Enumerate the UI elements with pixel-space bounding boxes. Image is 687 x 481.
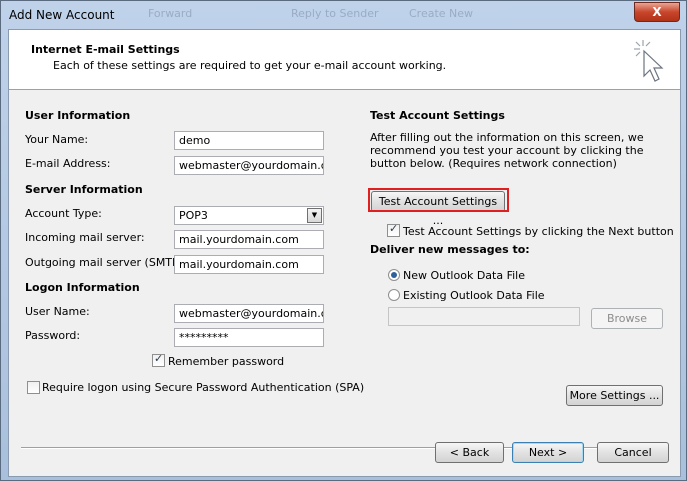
logon-info-heading: Logon Information bbox=[25, 281, 140, 294]
email-address-label: E-mail Address: bbox=[25, 157, 111, 170]
existing-data-file-radio[interactable] bbox=[388, 289, 400, 301]
dialog-client: Internet E-mail Settings Each of these s… bbox=[8, 29, 681, 477]
your-name-field[interactable]: demo bbox=[174, 131, 324, 150]
checkmark-icon: ✓ bbox=[154, 352, 164, 365]
remember-password-label[interactable]: Remember password bbox=[168, 355, 284, 368]
password-label: Password: bbox=[25, 329, 81, 342]
outgoing-server-label: Outgoing mail server (SMTP): bbox=[25, 256, 187, 269]
incoming-server-field[interactable]: mail.yourdomain.com bbox=[174, 230, 324, 249]
server-info-heading: Server Information bbox=[25, 183, 143, 196]
chevron-down-icon[interactable]: ▼ bbox=[307, 208, 322, 223]
new-data-file-radio[interactable] bbox=[388, 269, 400, 281]
outgoing-server-field[interactable]: mail.yourdomain.com bbox=[174, 255, 324, 274]
existing-file-path-field[interactable] bbox=[388, 307, 580, 326]
email-address-field[interactable]: webmaster@yourdomain.com bbox=[174, 156, 324, 175]
test-on-next-label[interactable]: Test Account Settings by clicking the Ne… bbox=[403, 225, 674, 238]
deliver-heading: Deliver new messages to: bbox=[370, 243, 530, 256]
background-ghost-text: Reply to Sender bbox=[291, 7, 379, 20]
test-settings-description: After filling out the information on thi… bbox=[370, 131, 644, 170]
user-name-field[interactable]: webmaster@yourdomain.com bbox=[174, 304, 324, 323]
checkmark-icon: ✓ bbox=[389, 222, 399, 235]
cancel-button[interactable]: Cancel bbox=[597, 442, 669, 463]
user-info-heading: User Information bbox=[25, 109, 131, 122]
test-settings-heading: Test Account Settings bbox=[370, 109, 505, 122]
header-title: Internet E-mail Settings bbox=[31, 43, 180, 56]
browse-button[interactable]: Browse bbox=[591, 308, 663, 329]
remember-password-checkbox[interactable]: ✓ bbox=[152, 352, 165, 367]
password-field[interactable]: ********* bbox=[174, 328, 324, 347]
highlight-box bbox=[368, 188, 509, 212]
spa-checkbox[interactable] bbox=[27, 381, 40, 394]
magic-wand-cursor-icon bbox=[634, 40, 664, 82]
radio-selected-dot bbox=[391, 272, 397, 278]
add-account-window: Add New Account Forward Reply to Sender … bbox=[0, 0, 687, 481]
back-button[interactable]: < Back bbox=[435, 442, 504, 463]
account-type-value: POP3 bbox=[179, 209, 208, 222]
next-button[interactable]: Next > bbox=[512, 442, 584, 463]
close-button[interactable]: X bbox=[634, 2, 680, 22]
account-type-label: Account Type: bbox=[25, 207, 102, 220]
background-ghost-text: Create New bbox=[409, 7, 474, 20]
title-bar[interactable]: Add New Account Forward Reply to Sender … bbox=[1, 1, 686, 29]
spa-label[interactable]: Require logon using Secure Password Auth… bbox=[42, 381, 364, 394]
header-subtitle: Each of these settings are required to g… bbox=[53, 59, 447, 72]
existing-data-file-label[interactable]: Existing Outlook Data File bbox=[403, 289, 545, 302]
window-title: Add New Account bbox=[9, 8, 115, 22]
dialog-header: Internet E-mail Settings Each of these s… bbox=[9, 30, 680, 90]
your-name-label: Your Name: bbox=[25, 133, 89, 146]
new-data-file-label[interactable]: New Outlook Data File bbox=[403, 269, 525, 282]
user-name-label: User Name: bbox=[25, 305, 90, 318]
more-settings-button[interactable]: More Settings ... bbox=[566, 385, 663, 406]
incoming-server-label: Incoming mail server: bbox=[25, 231, 145, 244]
test-on-next-checkbox[interactable]: ✓ bbox=[387, 222, 400, 237]
background-ghost-text: Forward bbox=[148, 7, 193, 20]
account-type-select[interactable]: POP3 ▼ bbox=[174, 206, 324, 225]
